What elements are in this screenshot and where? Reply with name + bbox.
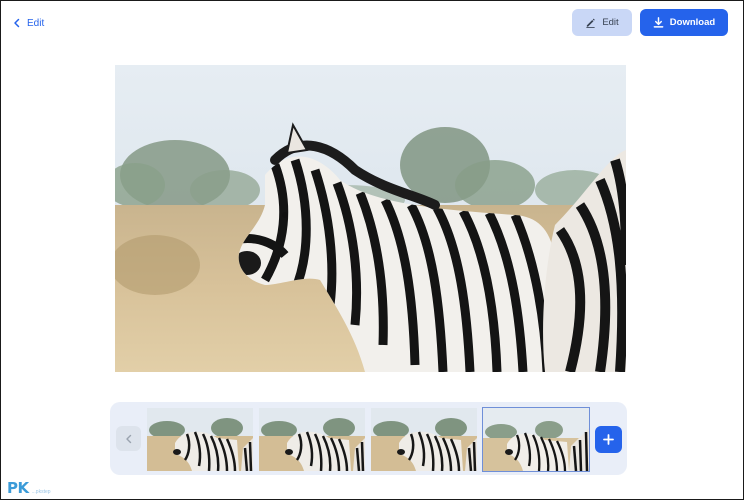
thumbnail-3[interactable] bbox=[371, 408, 477, 471]
watermark-logo: PK ...pkstep bbox=[7, 479, 51, 497]
thumbnail-4-selected[interactable] bbox=[482, 407, 590, 472]
back-link-label: Edit bbox=[27, 17, 45, 29]
app-frame: Edit Edit Download PK ...pkstep bbox=[0, 0, 744, 500]
previous-thumbnail-button[interactable] bbox=[116, 426, 141, 451]
thumbnail-1[interactable] bbox=[147, 408, 253, 471]
chevron-left-icon bbox=[14, 18, 20, 28]
download-icon bbox=[653, 17, 664, 28]
chevron-left-icon bbox=[125, 434, 131, 443]
watermark-logo-subtext: ...pkstep bbox=[31, 489, 51, 495]
thumbnail-2[interactable] bbox=[259, 408, 365, 471]
add-image-button[interactable] bbox=[595, 426, 622, 453]
zebra-thumbnail-image bbox=[483, 408, 589, 471]
plus-icon bbox=[603, 434, 614, 445]
preview-image bbox=[115, 65, 626, 372]
zebra-thumbnail-image bbox=[259, 408, 365, 471]
download-button[interactable]: Download bbox=[640, 9, 728, 36]
zebra-photo bbox=[115, 65, 626, 372]
download-button-label: Download bbox=[669, 17, 716, 28]
back-to-edit-link[interactable]: Edit bbox=[13, 15, 44, 31]
edit-button[interactable]: Edit bbox=[572, 9, 632, 36]
pencil-icon bbox=[586, 18, 596, 28]
zebra-thumbnail-image bbox=[371, 408, 477, 471]
zebra-thumbnail-image bbox=[147, 408, 253, 471]
watermark-logo-text: PK bbox=[7, 479, 29, 497]
edit-button-label: Edit bbox=[602, 17, 619, 28]
